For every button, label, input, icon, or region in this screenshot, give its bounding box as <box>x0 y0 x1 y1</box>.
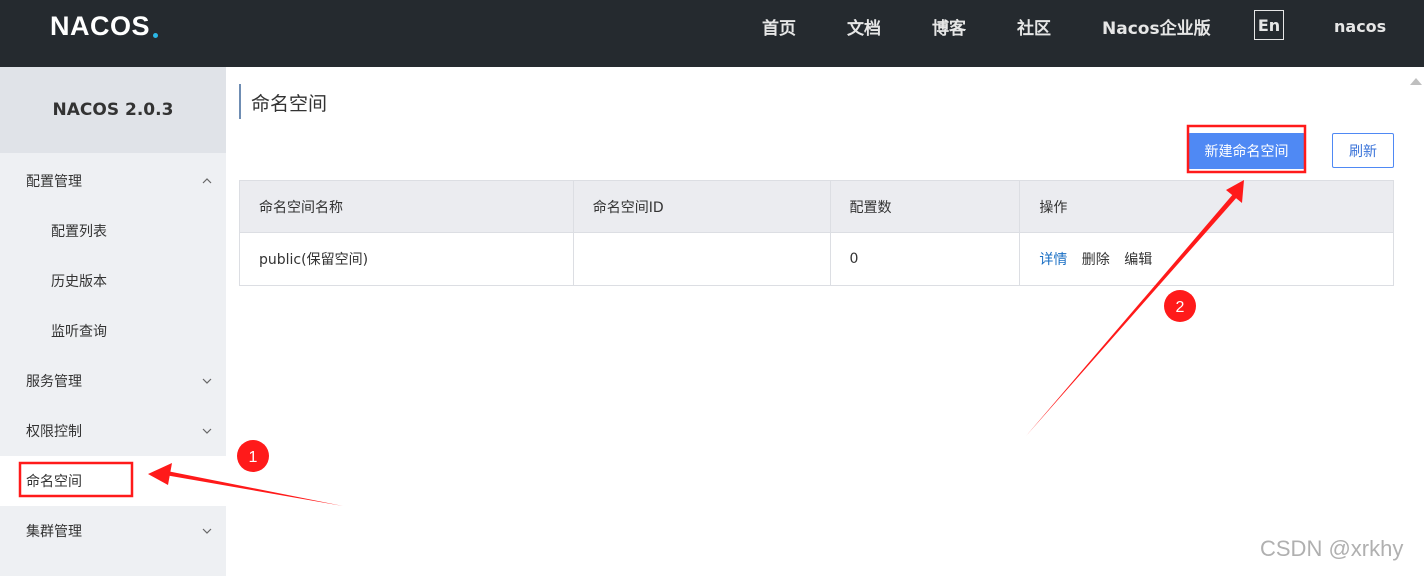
sidebar-item-history[interactable]: 历史版本 <box>0 256 226 306</box>
nav-blog[interactable]: 博客 <box>932 0 966 52</box>
sidebar-item-namespace[interactable]: 命名空间 <box>0 456 226 506</box>
column-header-name: 命名空间名称 <box>239 180 574 233</box>
cell-namespace-name: public(保留空间) <box>239 232 574 286</box>
new-namespace-button[interactable]: 新建命名空间 <box>1188 133 1305 169</box>
user-menu[interactable]: nacos <box>1334 0 1386 52</box>
sidebar-item-listener-query[interactable]: 监听查询 <box>0 306 226 356</box>
chevron-down-icon <box>202 428 212 434</box>
cell-config-count: 0 <box>829 232 1021 286</box>
cell-namespace-id <box>572 232 831 286</box>
sidebar-item-label: 配置列表 <box>51 224 107 240</box>
sidebar-item-access-control[interactable]: 权限控制 <box>0 406 226 456</box>
nav-community[interactable]: 社区 <box>1017 0 1051 52</box>
delete-link[interactable]: 删除 <box>1082 252 1110 268</box>
scroll-up-icon[interactable] <box>1410 78 1422 85</box>
step-number-1: 1 <box>249 449 258 466</box>
sidebar-item-service-management[interactable]: 服务管理 <box>0 356 226 406</box>
watermark: CSDN @xrkhy <box>1260 536 1404 561</box>
chevron-up-icon <box>202 178 212 184</box>
column-header-id: 命名空间ID <box>572 180 831 233</box>
sidebar-item-label: 命名空间 <box>26 474 82 490</box>
column-header-count: 配置数 <box>829 180 1021 233</box>
language-toggle-button[interactable]: En <box>1254 10 1284 40</box>
step-badge-1 <box>237 440 269 472</box>
sidebar: NACOS 2.0.3 配置管理 配置列表 历史版本 监听查询 服务管理 权限控… <box>0 67 226 576</box>
column-header-actions: 操作 <box>1019 180 1394 233</box>
sidebar-item-label: 监听查询 <box>51 324 107 340</box>
cell-actions: 详情 删除 编辑 <box>1019 232 1394 286</box>
step-badge-2 <box>1164 290 1196 322</box>
refresh-button[interactable]: 刷新 <box>1332 133 1394 168</box>
sidebar-item-label: 配置管理 <box>26 174 82 190</box>
sidebar-item-config-management[interactable]: 配置管理 <box>0 156 226 206</box>
page-title: 命名空间 <box>251 93 328 115</box>
table-row: public(保留空间) 0 详情 删除 编辑 <box>239 232 1394 286</box>
nav-enterprise[interactable]: Nacos企业版 <box>1102 0 1211 52</box>
chevron-down-icon <box>202 528 212 534</box>
sidebar-item-label: 集群管理 <box>26 524 82 540</box>
logo-dot <box>153 32 159 38</box>
sidebar-item-label: 历史版本 <box>51 274 107 290</box>
sidebar-item-config-list[interactable]: 配置列表 <box>0 206 226 256</box>
logo-text: NACOS <box>50 10 151 41</box>
nav-docs[interactable]: 文档 <box>847 0 881 52</box>
nav-home[interactable]: 首页 <box>762 0 796 52</box>
sidebar-item-cluster-management[interactable]: 集群管理 <box>0 506 226 556</box>
details-link[interactable]: 详情 <box>1039 252 1067 268</box>
nacos-logo[interactable]: NACOS <box>50 8 159 44</box>
step-number-2: 2 <box>1176 299 1185 316</box>
chevron-down-icon <box>202 378 212 384</box>
table-header-row: 命名空间名称 命名空间ID 配置数 操作 <box>239 180 1394 233</box>
version-label: NACOS 2.0.3 <box>0 67 226 153</box>
title-accent-bar <box>239 84 241 119</box>
sidebar-item-label: 权限控制 <box>26 424 82 440</box>
edit-link[interactable]: 编辑 <box>1124 252 1152 268</box>
top-navbar: NACOS 首页 文档 博客 社区 Nacos企业版 En nacos <box>0 0 1424 67</box>
sidebar-item-label: 服务管理 <box>26 374 82 390</box>
namespace-table: 命名空间名称 命名空间ID 配置数 操作 public(保留空间) 0 详情 删… <box>239 180 1394 286</box>
